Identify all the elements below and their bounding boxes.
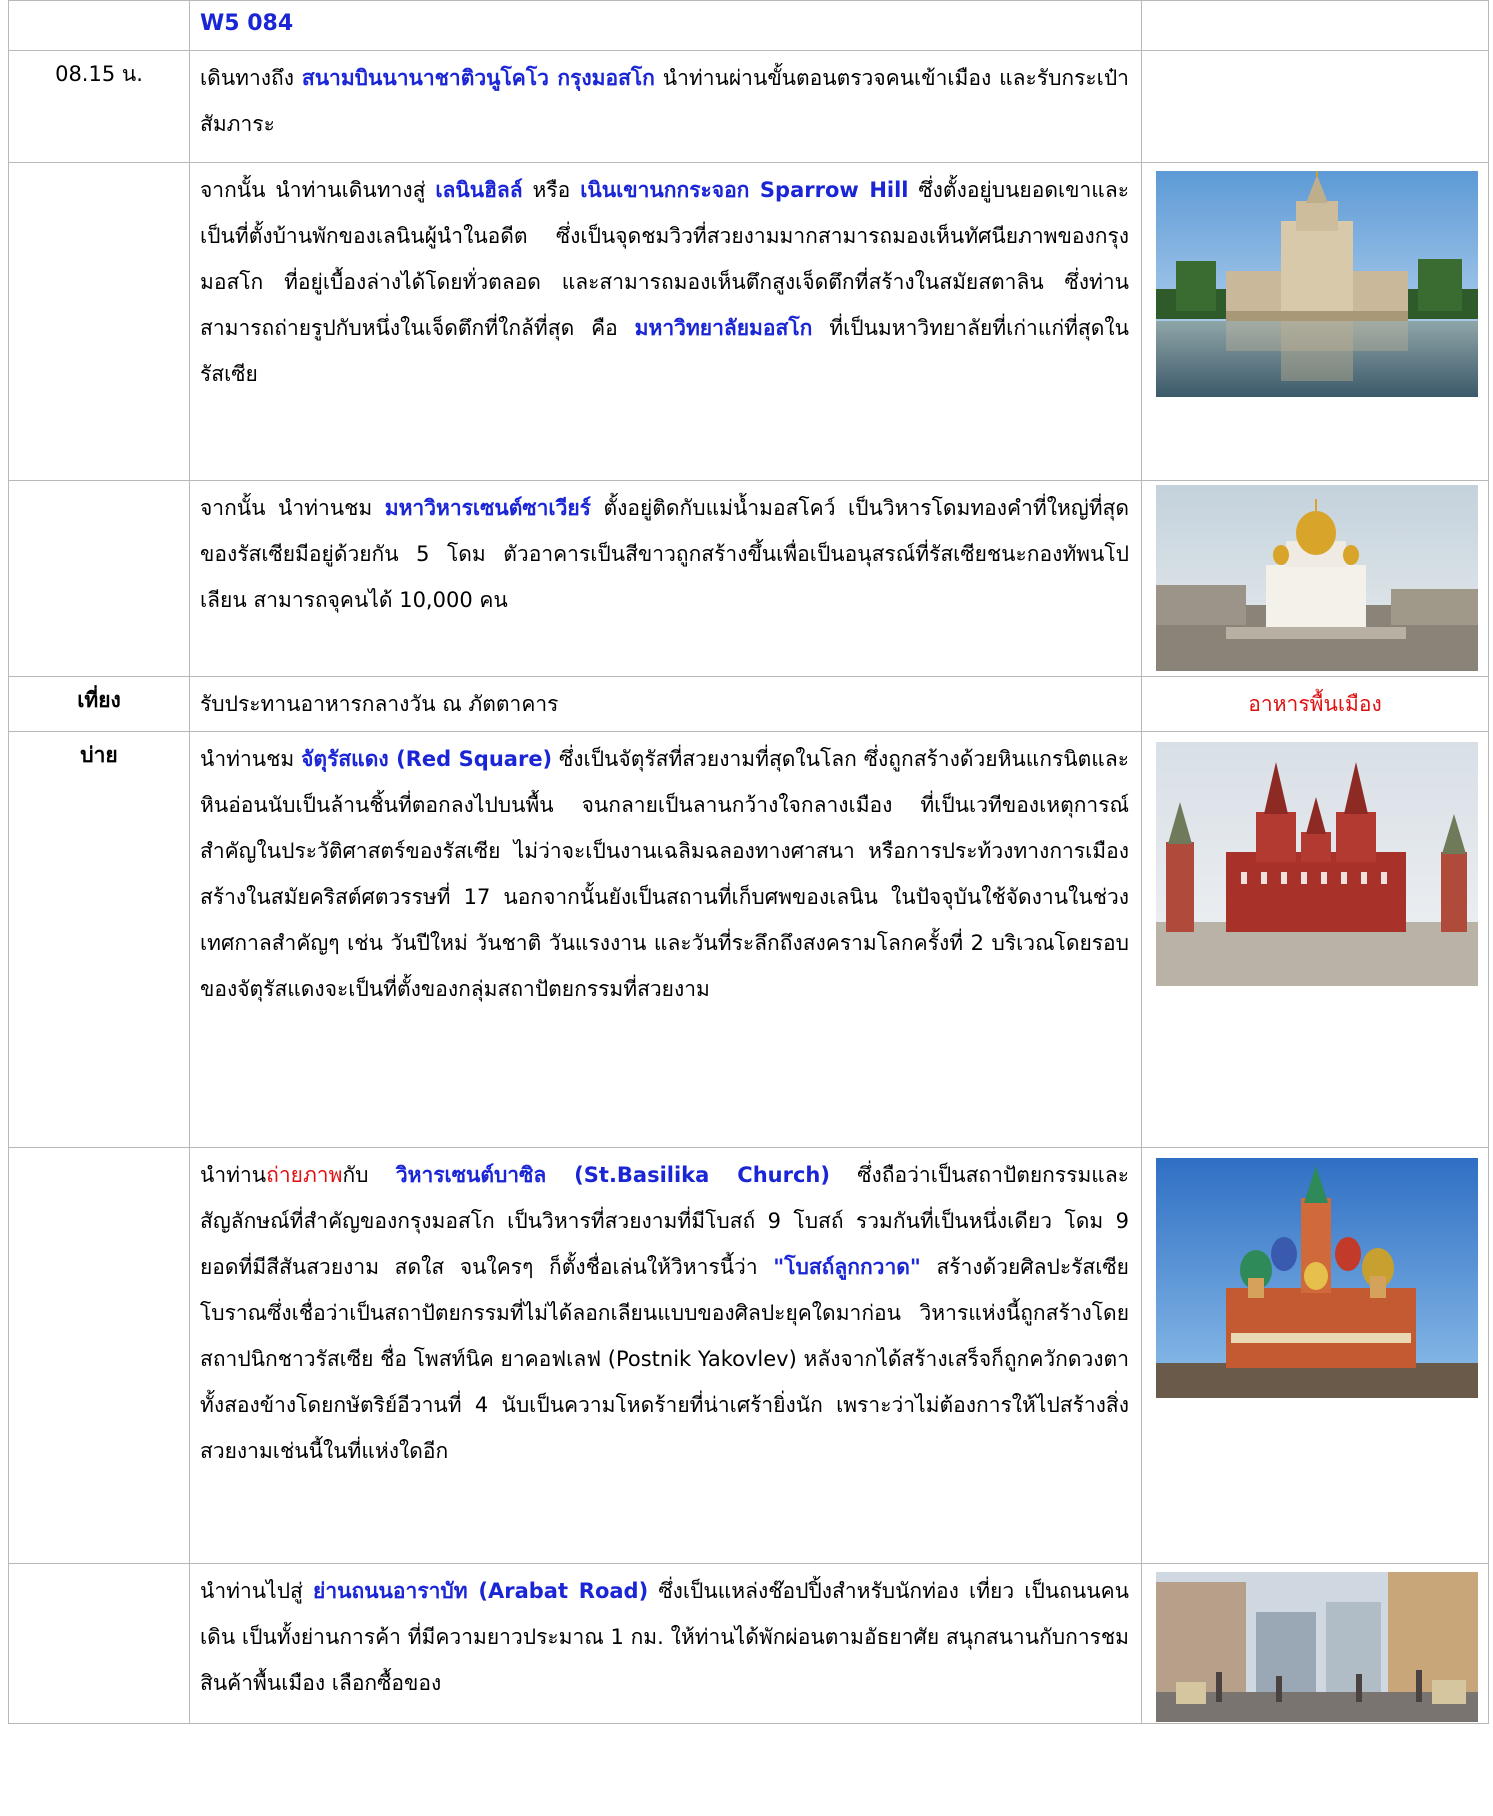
text-span: นำท่าน <box>200 1163 267 1187</box>
description-cell: นำท่านชม จัตุรัสแดง (Red Square) ซึ่งเป็… <box>189 731 1142 1148</box>
table-row: เที่ยง รับประทานอาหารกลางวัน ณ ภัตตาคาร … <box>8 676 1489 732</box>
table-row: นำท่านไปสู่ ย่านถนนอาราบัท (Arabat Road)… <box>8 1563 1489 1724</box>
text-span: กับ <box>342 1163 396 1187</box>
side-cell <box>1141 1563 1489 1724</box>
table-row: บ่าย นำท่านชม จัตุรัสแดง (Red Square) ซึ… <box>8 731 1489 1148</box>
time-cell: 08.15 น. <box>8 50 190 163</box>
table-row: 08.15 น. เดินทางถึง สนามบินนานาชาติวนูโค… <box>8 50 1489 163</box>
time-cell <box>8 0 190 51</box>
place-name: มหาวิทยาลัยมอสโก <box>634 316 813 340</box>
time-cell: บ่าย <box>8 731 190 1148</box>
place-name: ย่านถนนอาราบัท (Arabat Road) <box>313 1579 649 1603</box>
text-span: หรือ <box>522 178 581 202</box>
meal-note: อาหารพื้นเมือง <box>1248 692 1382 716</box>
side-cell <box>1141 731 1489 1148</box>
description-text: เดินทางถึง สนามบินนานาชาติวนูโคโว กรุงมอ… <box>190 51 1141 151</box>
side-cell <box>1141 50 1489 163</box>
text-span: สร้างด้วยศิลปะรัสเซียโบราณซึ่งเชื่อว่าเป… <box>200 1255 1129 1463</box>
text-span: นำท่านไปสู่ <box>200 1579 314 1603</box>
description-text: รับประทานอาหารกลางวัน ณ ภัตตาคาร <box>200 692 559 716</box>
place-name: สนามบินนานาชาติวนูโคโว กรุงมอสโก <box>301 66 655 90</box>
red-square-photo <box>1156 742 1478 986</box>
description-cell: W5 084 <box>189 0 1142 51</box>
place-name: มหาวิหารเซนต์ซาเวียร์ <box>384 496 591 520</box>
arbat-street-photo <box>1156 1572 1478 1722</box>
description-text: นำท่านถ่ายภาพกับ วิหารเซนต์บาซิล (St.Bas… <box>190 1148 1141 1478</box>
flight-number: W5 084 <box>200 11 294 36</box>
side-cell <box>1141 480 1489 677</box>
side-cell <box>1141 162 1489 481</box>
table-row: นำท่านถ่ายภาพกับ วิหารเซนต์บาซิล (St.Bas… <box>8 1147 1489 1564</box>
table-row: W5 084 <box>8 0 1489 51</box>
description-cell: จากนั้น นำท่านชม มหาวิหารเซนต์ซาเวียร์ ต… <box>189 480 1142 677</box>
text-span: จากนั้น นำท่านชม <box>200 496 385 520</box>
place-name: เลนินฮิลล์ <box>435 178 523 202</box>
time-cell: เที่ยง <box>8 676 190 732</box>
description-text: จากนั้น นำท่านเดินทางสู่ เลนินฮิลล์ หรือ… <box>190 163 1141 401</box>
time-cell <box>8 1563 190 1724</box>
text-span: นำท่านชม <box>200 747 302 771</box>
highlight-text: ถ่ายภาพ <box>266 1163 343 1187</box>
description-cell: นำท่านถ่ายภาพกับ วิหารเซนต์บาซิล (St.Bas… <box>189 1147 1142 1564</box>
itinerary-table: W5 084 08.15 น. เดินทางถึง สนามบินนานาชา… <box>8 0 1489 1724</box>
moscow-university-photo <box>1156 171 1478 397</box>
description-cell: รับประทานอาหารกลางวัน ณ ภัตตาคาร <box>189 676 1142 732</box>
place-name: วิหารเซนต์บาซิล (St.Basilika Church) <box>395 1163 830 1187</box>
time-cell <box>8 162 190 481</box>
place-name: จัตุรัสแดง (Red Square) <box>301 747 553 771</box>
st-basil-photo <box>1156 1158 1478 1398</box>
table-row: จากนั้น นำท่านเดินทางสู่ เลนินฮิลล์ หรือ… <box>8 162 1489 481</box>
text-span: จากนั้น นำท่านเดินทางสู่ <box>200 178 436 202</box>
description-cell: เดินทางถึง สนามบินนานาชาติวนูโคโว กรุงมอ… <box>189 50 1142 163</box>
place-name: เนินเขานกกระจอก Sparrow Hill <box>580 178 909 202</box>
time-cell <box>8 480 190 677</box>
table-row: จากนั้น นำท่านชม มหาวิหารเซนต์ซาเวียร์ ต… <box>8 480 1489 677</box>
description-text: นำท่านชม จัตุรัสแดง (Red Square) ซึ่งเป็… <box>190 732 1141 1016</box>
description-cell: นำท่านไปสู่ ย่านถนนอาราบัท (Arabat Road)… <box>189 1563 1142 1724</box>
cathedral-photo <box>1156 485 1478 671</box>
place-name: "โบสถ์ลูกกวาด" <box>773 1255 921 1279</box>
text-span: เดินทางถึง <box>200 66 302 90</box>
description-text: นำท่านไปสู่ ย่านถนนอาราบัท (Arabat Road)… <box>190 1564 1141 1710</box>
text-span: ซึ่งเป็นจัตุรัสที่สวยงามที่สุดในโลก ซึ่ง… <box>200 747 1129 1001</box>
side-cell <box>1141 0 1489 51</box>
description-cell: จากนั้น นำท่านเดินทางสู่ เลนินฮิลล์ หรือ… <box>189 162 1142 481</box>
time-cell <box>8 1147 190 1564</box>
side-cell: อาหารพื้นเมือง <box>1141 676 1489 732</box>
description-text: จากนั้น นำท่านชม มหาวิหารเซนต์ซาเวียร์ ต… <box>190 481 1141 627</box>
side-cell <box>1141 1147 1489 1564</box>
